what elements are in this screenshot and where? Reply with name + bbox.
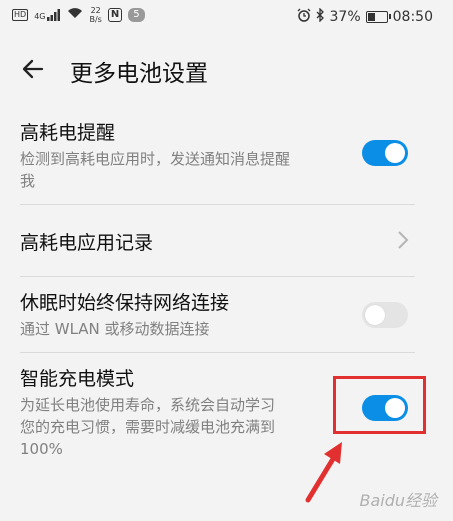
setting-keep-network-asleep[interactable]: 休眠时始终保持网络连接 通过 WLAN 或移动数据连接: [0, 278, 453, 350]
status-right: 37% 08:50: [297, 7, 433, 26]
watermark: Baidu经验: [359, 491, 437, 510]
divider: [20, 352, 415, 353]
setting-title: 高耗电提醒: [20, 122, 116, 144]
setting-desc-line: 我: [20, 172, 36, 190]
setting-high-power-alert[interactable]: 高耗电提醒 检测到高耗电应用时，发送通知消息提醒 我: [0, 112, 453, 202]
bluetooth-icon: [316, 7, 325, 26]
net-speed-value: 22: [90, 6, 101, 15]
toggle-knob: [365, 305, 385, 325]
hd-badge: HD: [12, 9, 29, 21]
notification-count: 5: [128, 8, 145, 22]
setting-desc: 为延长电池使用寿命，系统会自动学习 您的充电习惯，需要时减缓电池充满到 100%: [20, 394, 275, 460]
divider: [20, 276, 415, 277]
alarm-icon: [297, 8, 311, 26]
keep-network-toggle[interactable]: [362, 302, 408, 328]
status-left: HD 4G 22 B/s N 5: [12, 6, 145, 24]
setting-title: 高耗电应用记录: [20, 232, 154, 254]
back-button[interactable]: [16, 52, 50, 86]
setting-desc-line: 为延长电池使用寿命，系统会自动学习: [20, 396, 276, 414]
setting-desc-line: 检测到高耗电应用时，发送通知消息提醒: [20, 150, 291, 168]
net-speed-unit: B/s: [89, 15, 102, 24]
battery-icon: [365, 11, 391, 23]
setting-desc-line: 100%: [20, 440, 63, 458]
setting-title: 智能充电模式: [20, 368, 135, 390]
divider: [20, 204, 415, 205]
status-bar: HD 4G 22 B/s N 5 37% 08:50: [0, 0, 453, 34]
setting-desc-line: 通过 WLAN 或移动数据连接: [20, 320, 210, 338]
setting-high-power-records[interactable]: 高耗电应用记录: [0, 206, 453, 274]
time: 08:50: [392, 9, 433, 25]
setting-desc-line: 您的充电习惯，需要时减缓电池充满到: [20, 418, 276, 436]
signal-label: 4G: [34, 12, 46, 21]
red-arrow-icon: [305, 442, 342, 503]
battery-fill: [367, 13, 376, 21]
chevron-right-icon: [398, 231, 409, 249]
page-title: 更多电池设置: [70, 61, 208, 87]
nfc-icon: N: [107, 8, 123, 22]
net-speed: 22 B/s: [89, 6, 101, 24]
toggle-knob: [385, 143, 405, 163]
setting-title: 休眠时始终保持网络连接: [20, 292, 230, 314]
battery-percent: 37%: [329, 9, 361, 25]
back-arrow-icon: [22, 59, 44, 79]
header: 更多电池设置: [0, 50, 453, 90]
highlight-box: [333, 376, 426, 434]
signal-icon: 4G: [34, 9, 61, 21]
setting-desc: 通过 WLAN 或移动数据连接: [20, 318, 210, 340]
setting-desc: 检测到高耗电应用时，发送通知消息提醒 我: [20, 148, 290, 192]
high-power-alert-toggle[interactable]: [362, 140, 408, 166]
wifi-icon: [67, 7, 83, 23]
